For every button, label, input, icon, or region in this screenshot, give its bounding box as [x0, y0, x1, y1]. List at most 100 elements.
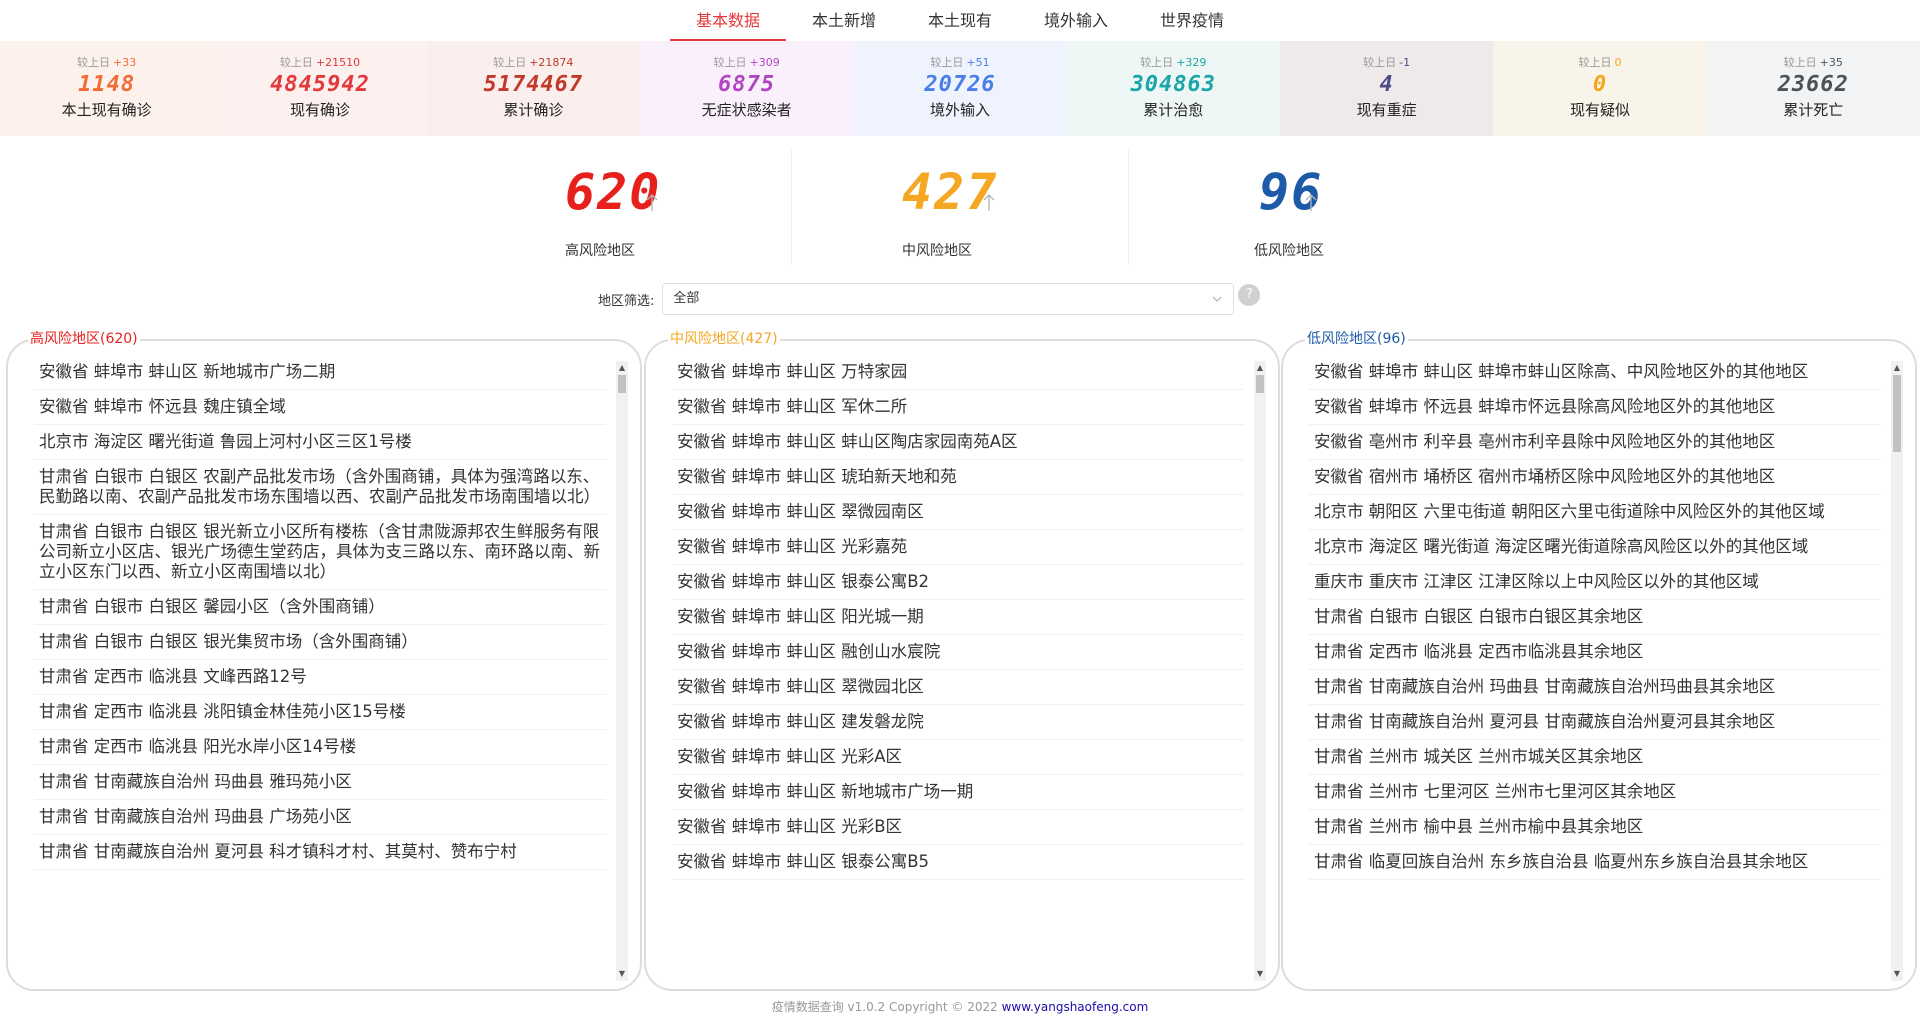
- scrollbar[interactable]: ▲ ▼: [1254, 361, 1266, 981]
- stats-strip: 较上日 +33 1148 本土现有确诊 较上日 +21510 4845942 现有确诊 较上日 +…: [0, 41, 1920, 136]
- panel-title: 中风险地区(427): [668, 330, 780, 348]
- list-item: 安徽省 蚌埠市 怀远县 魏庄镇全域: [34, 390, 606, 425]
- stat-card: 较上日 +329 304863 累计治愈: [1066, 41, 1280, 136]
- list-item: 北京市 朝阳区 六里屯街道 朝阳区六里屯街道除中风险区外的其他区域: [1309, 495, 1881, 530]
- list-item: 甘肃省 白银市 白银区 白银市白银区其余地区: [1309, 600, 1881, 635]
- scroll-thumb[interactable]: [1256, 375, 1264, 393]
- stat-delta: 较上日 +21510: [213, 54, 426, 70]
- stat-value: 0: [1592, 72, 1608, 97]
- risk-card: 427 中风险地区: [791, 150, 1128, 265]
- scroll-up-icon[interactable]: ▲: [1254, 361, 1266, 375]
- tab-1[interactable]: 本土新增: [786, 0, 902, 41]
- stat-card: 较上日 +309 6875 无症状感染者: [639, 41, 854, 136]
- footer-link[interactable]: www.yangshaofeng.com: [1002, 1000, 1149, 1014]
- list-item: 甘肃省 甘南藏族自治州 玛曲县 甘南藏族自治州玛曲县其余地区: [1309, 670, 1881, 705]
- list-item: 北京市 海淀区 曙光街道 海淀区曙光街道除高风险区以外的其他区域: [1309, 530, 1881, 565]
- region-select[interactable]: 全部: [662, 283, 1235, 315]
- list-item: 甘肃省 甘南藏族自治州 夏河县 科才镇科才村、其莫村、赞布宁村: [34, 835, 606, 870]
- stat-delta: 较上日 +51: [853, 54, 1066, 70]
- list-item: 安徽省 蚌埠市 蚌山区 光彩嘉苑: [672, 530, 1244, 565]
- risk-summary: 620 高风险地区 427 中风险地区 96 低风险地区: [455, 150, 1465, 265]
- list-item: 安徽省 蚌埠市 蚌山区 蚌埠市蚌山区除高、中风险地区外的其他地区: [1309, 355, 1881, 390]
- arrow-up-icon: [645, 192, 659, 212]
- risk-card: 620 高风险地区: [455, 150, 791, 265]
- list-item: 安徽省 宿州市 埇桥区 宿州市埇桥区除中风险地区外的其他地区: [1309, 460, 1881, 495]
- stat-value: 6875: [718, 72, 776, 97]
- question-icon[interactable]: ?: [1238, 284, 1261, 306]
- tab-4[interactable]: 世界疫情: [1134, 0, 1250, 41]
- list-item: 安徽省 蚌埠市 怀远县 蚌埠市怀远县除高风险地区外的其他地区: [1309, 390, 1881, 425]
- stat-label: 境外输入: [929, 101, 990, 119]
- scroll-down-icon[interactable]: ▼: [616, 967, 628, 981]
- scroll-up-icon[interactable]: ▲: [1891, 361, 1903, 375]
- top-tabs: 基本数据 本土新增 本土现有 境外输入 世界疫情: [0, 0, 1920, 41]
- stat-delta-value: -1: [1399, 56, 1411, 69]
- list-item: 甘肃省 白银市 白银区 银光集贸市场（含外围商铺）: [34, 625, 606, 660]
- region-select-value: 全部: [673, 291, 700, 306]
- stat-value: 5174467: [483, 72, 584, 97]
- scroll-up-icon[interactable]: ▲: [616, 361, 628, 375]
- stat-label: 本土现有确诊: [61, 101, 152, 119]
- list-item: 甘肃省 甘南藏族自治州 玛曲县 雅玛苑小区: [34, 765, 606, 800]
- stat-card: 较上日 0 0 现有疑似: [1493, 41, 1707, 136]
- list-item: 甘肃省 兰州市 七里河区 兰州市七里河区其余地区: [1309, 775, 1881, 810]
- stat-value: 23662: [1777, 72, 1849, 97]
- chevron-down-icon: [1212, 296, 1222, 302]
- tab-2[interactable]: 本土现有: [902, 0, 1018, 41]
- risk-list: 安徽省 蚌埠市 蚌山区 蚌埠市蚌山区除高、中风险地区外的其他地区 安徽省 蚌埠市 …: [1309, 355, 1881, 979]
- stat-label: 累计确诊: [503, 101, 564, 119]
- stat-delta-value: +21510: [315, 56, 361, 69]
- arrow-up-icon: [982, 192, 996, 212]
- risk-list: 安徽省 蚌埠市 蚌山区 新地城市广场二期 安徽省 蚌埠市 怀远县 魏庄镇全域 北京市…: [34, 355, 606, 979]
- stat-delta-prefix: 较上日: [1363, 56, 1397, 69]
- risk-card: 96 低风险地区: [1128, 150, 1465, 265]
- scroll-down-icon[interactable]: ▼: [1254, 967, 1266, 981]
- stat-delta: 较上日 +329: [1067, 54, 1280, 70]
- stat-delta-value: +329: [1176, 56, 1207, 69]
- risk-label: 高风险地区: [565, 243, 635, 259]
- panel-title: 低风险地区(96): [1305, 330, 1408, 348]
- scrollbar[interactable]: ▲ ▼: [1891, 361, 1903, 981]
- stat-delta: 较上日 +309: [640, 54, 853, 70]
- risk-panel: 安徽省 蚌埠市 蚌山区 新地城市广场二期 安徽省 蚌埠市 怀远县 魏庄镇全域 北京市…: [6, 339, 642, 991]
- list-item: 安徽省 蚌埠市 蚌山区 翠微园北区: [672, 670, 1244, 705]
- stat-value: 1148: [78, 72, 136, 97]
- stat-delta-prefix: 较上日: [1783, 56, 1817, 69]
- tab-0[interactable]: 基本数据: [669, 0, 786, 41]
- stat-value: 304863: [1130, 72, 1217, 97]
- list-item: 安徽省 蚌埠市 蚌山区 琥珀新天地和苑: [672, 460, 1244, 495]
- scrollbar[interactable]: ▲ ▼: [616, 361, 628, 981]
- scroll-thumb[interactable]: [1893, 375, 1901, 452]
- list-item: 安徽省 蚌埠市 蚌山区 阳光城一期: [672, 600, 1244, 635]
- stat-label: 现有确诊: [289, 101, 350, 119]
- tab-3[interactable]: 境外输入: [1018, 0, 1134, 41]
- list-item: 安徽省 蚌埠市 蚌山区 新地城市广场二期: [34, 355, 606, 390]
- stat-delta: 较上日 +21874: [427, 54, 640, 70]
- list-item: 甘肃省 兰州市 榆中县 兰州市榆中县其余地区: [1309, 810, 1881, 845]
- filter-label: 地区筛选:: [598, 293, 655, 309]
- list-item: 安徽省 蚌埠市 蚌山区 新地城市广场一期: [672, 775, 1244, 810]
- list-item: 甘肃省 甘南藏族自治州 玛曲县 广场苑小区: [34, 800, 606, 835]
- list-item: 安徽省 蚌埠市 蚌山区 光彩B区: [672, 810, 1244, 845]
- stat-delta-value: +309: [749, 56, 780, 69]
- stat-card: 较上日 +35 23662 累计死亡: [1706, 41, 1920, 136]
- panel-title: 高风险地区(620): [28, 330, 140, 348]
- stat-value: 20726: [924, 72, 996, 97]
- list-item: 安徽省 蚌埠市 蚌山区 万特家园: [672, 355, 1244, 390]
- list-item: 重庆市 重庆市 江津区 江津区除以上中风险区以外的其他区域: [1309, 565, 1881, 600]
- stat-value: 4: [1379, 72, 1394, 97]
- list-item: 甘肃省 定西市 临洮县 阳光水岸小区14号楼: [34, 730, 606, 765]
- scroll-down-icon[interactable]: ▼: [1891, 967, 1903, 981]
- scroll-thumb[interactable]: [618, 375, 626, 393]
- list-item: 甘肃省 白银市 白银区 银光新立小区所有楼栋（含甘肃陇源邦农生鲜服务有限公司新立…: [34, 515, 606, 590]
- stat-label: 现有疑似: [1569, 101, 1630, 119]
- list-item: 甘肃省 甘南藏族自治州 夏河县 甘南藏族自治州夏河县其余地区: [1309, 705, 1881, 740]
- stat-delta-value: +51: [966, 56, 990, 69]
- stat-delta-prefix: 较上日: [279, 56, 313, 69]
- list-item: 安徽省 亳州市 利辛县 亳州市利辛县除中风险地区外的其他地区: [1309, 425, 1881, 460]
- stat-delta-prefix: 较上日: [713, 56, 747, 69]
- risk-panel: 安徽省 蚌埠市 蚌山区 万特家园 安徽省 蚌埠市 蚌山区 军休二所 安徽省 蚌埠市 …: [644, 339, 1280, 991]
- stat-delta-value: +33: [113, 56, 137, 69]
- footer-text: 疫情数据查询 v1.0.2 Copyright © 2022: [771, 1000, 1002, 1014]
- stat-label: 累计治愈: [1143, 101, 1204, 119]
